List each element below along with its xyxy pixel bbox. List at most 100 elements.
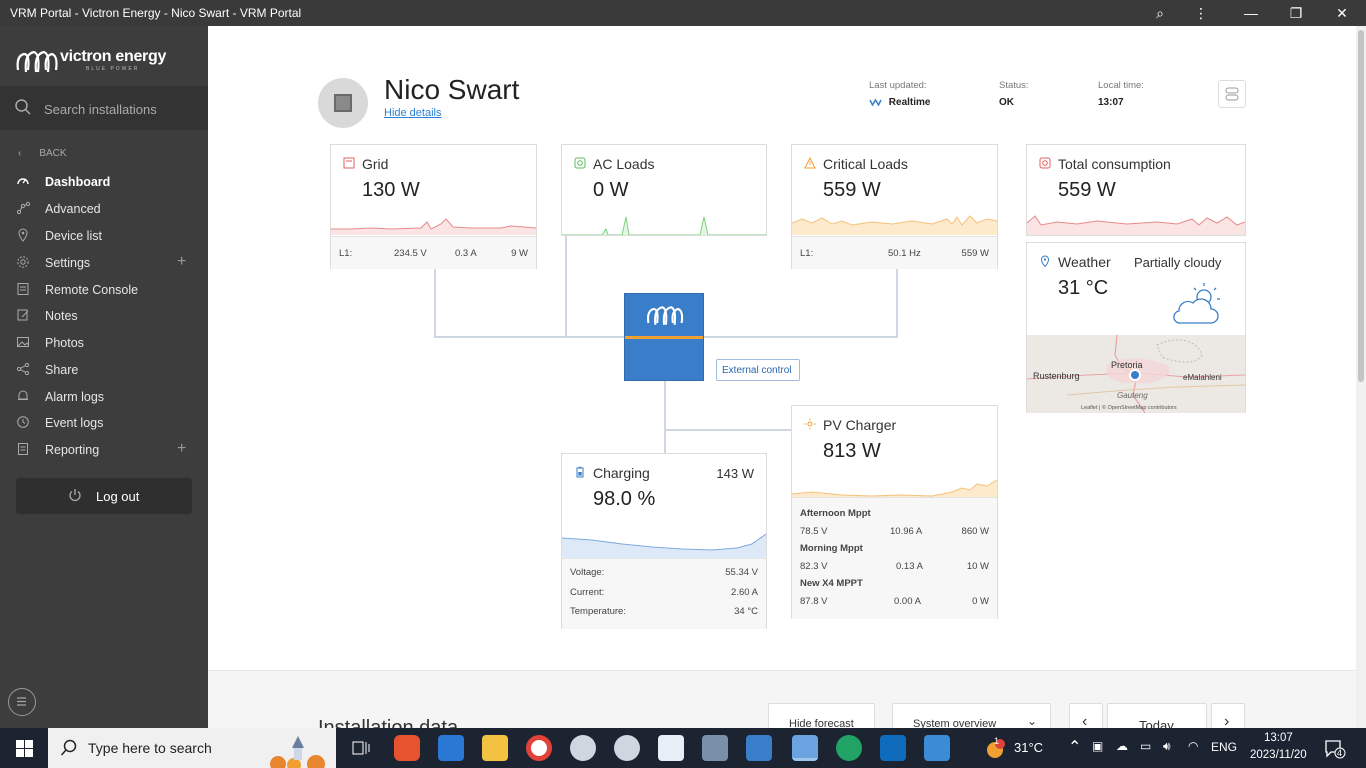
taskbar-search[interactable]: Type here to search xyxy=(48,728,336,768)
wire-battery xyxy=(664,381,666,453)
hide-details-link[interactable]: Hide details xyxy=(384,107,441,119)
grid-card[interactable]: Grid 130 W L1: 234.5 V 0.3 A 9 W xyxy=(330,144,537,269)
victron-logo-icon[interactable] xyxy=(14,46,60,78)
search-icon xyxy=(60,739,77,756)
battery-tray-icon[interactable]: ▭ xyxy=(1140,739,1151,753)
wifi-icon[interactable]: ◠ xyxy=(1188,739,1198,753)
last-updated-value: Realtime xyxy=(869,97,930,108)
battery-card[interactable]: Charging 143 W 98.0 % Voltage: 55.34 V Cu… xyxy=(561,453,767,629)
ac-loads-card[interactable]: AC Loads 0 W xyxy=(561,144,767,236)
local-time-value: 13:07 xyxy=(1098,97,1124,108)
photos-app-icon[interactable] xyxy=(924,735,950,761)
sidebar-item-advanced[interactable]: Advanced xyxy=(0,197,208,221)
grid-card-footer: L1: 234.5 V 0.3 A 9 W xyxy=(331,236,536,269)
notifications-icon[interactable] xyxy=(1324,739,1346,759)
sidebar-item-remote-console[interactable]: Remote Console xyxy=(0,278,208,302)
close-button[interactable]: ✕ xyxy=(1332,3,1352,23)
file-explorer-icon[interactable] xyxy=(482,735,508,761)
total-consumption-card[interactable]: Total consumption 559 W xyxy=(1026,144,1246,236)
sidebar-item-device-list[interactable]: Device list xyxy=(0,224,208,248)
external-control-badge[interactable]: External control xyxy=(716,359,800,381)
section-title: Installation data xyxy=(318,717,459,728)
status-value: OK xyxy=(999,97,1014,108)
warning-triangle-icon xyxy=(804,157,816,169)
weather-location-map[interactable]: Rustenburg Pretoria eMalahleni Gauteng L… xyxy=(1027,335,1245,413)
pv-card-footer: Afternoon Mppt 78.5 V 10.96 A 860 W Mornin… xyxy=(792,497,997,619)
victron-app-icon[interactable] xyxy=(746,735,772,761)
back-link[interactable]: ‹ BACK xyxy=(18,148,67,159)
chevron-right-icon: › xyxy=(1224,713,1230,728)
disc-app-icon[interactable] xyxy=(570,735,596,761)
cloud-sync-icon[interactable]: ☁ xyxy=(1116,739,1128,753)
page-scrollbar[interactable] xyxy=(1356,26,1366,728)
volume-icon[interactable]: 🔊︎ xyxy=(1163,739,1171,754)
pv-charger-card[interactable]: PV Charger 813 W Afternoon Mppt 78.5 V 10… xyxy=(791,405,998,619)
hide-forecast-button[interactable]: Hide forecast xyxy=(768,703,875,728)
logout-button[interactable]: Log out xyxy=(16,478,192,514)
sidebar-item-reporting[interactable]: Reporting + xyxy=(0,438,208,462)
taskbar-clock[interactable]: 13:07 xyxy=(1264,732,1293,744)
connector-app-icon[interactable] xyxy=(702,735,728,761)
minimize-button[interactable]: — xyxy=(1241,3,1261,23)
expand-settings-icon[interactable]: + xyxy=(177,253,186,271)
view-select[interactable]: System overview ⌄ xyxy=(892,703,1051,728)
search-input[interactable] xyxy=(44,98,194,120)
search-icon[interactable]: ⌕ xyxy=(1150,3,1170,23)
status-label: Status: xyxy=(999,80,1029,91)
console-icon xyxy=(17,283,29,295)
sidebar-item-share[interactable]: Share xyxy=(0,358,208,382)
sidebar-item-notes[interactable]: Notes xyxy=(0,304,208,328)
brand-tagline: BLUE POWER xyxy=(86,66,140,72)
clock-icon xyxy=(17,416,29,428)
sidebar-item-event-logs[interactable]: Event logs xyxy=(0,411,208,435)
disc-app-2-icon[interactable] xyxy=(614,735,640,761)
active-window-app-icon[interactable] xyxy=(792,735,818,761)
meet-now-icon[interactable]: ▣ xyxy=(1092,739,1103,753)
brave-browser-icon[interactable] xyxy=(394,735,420,761)
more-menu-icon[interactable]: ⋮ xyxy=(1191,3,1211,23)
installation-data-bar: Installation data Hide forecast System o… xyxy=(208,670,1356,728)
search-icon xyxy=(15,99,31,115)
search-installations xyxy=(0,86,208,130)
sidebar-item-dashboard[interactable]: Dashboard xyxy=(0,170,208,194)
sidebar-item-alarm-logs[interactable]: Alarm logs xyxy=(0,385,208,409)
critical-loads-sparkline xyxy=(792,215,997,235)
chrome-icon[interactable] xyxy=(526,735,552,761)
writing-app-icon[interactable] xyxy=(658,735,684,761)
outlook-icon[interactable] xyxy=(880,735,906,761)
chevron-left-icon: ‹ xyxy=(18,148,22,159)
sidebar-item-settings[interactable]: Settings + xyxy=(0,251,208,275)
map-pin-icon xyxy=(18,228,28,242)
mail-icon[interactable] xyxy=(438,735,464,761)
critical-loads-card[interactable]: Critical Loads 559 W L1: 50.1 Hz 559 W xyxy=(791,144,998,269)
chevron-up-icon[interactable]: ⌃ xyxy=(1068,737,1081,757)
weather-badge: 1 xyxy=(994,736,1000,746)
sidebar-item-photos[interactable]: Photos xyxy=(0,331,208,355)
weather-temperature: 31 °C xyxy=(1058,277,1109,299)
weather-card[interactable]: Weather Partially cloudy 31 °C Rustenbur… xyxy=(1026,242,1246,413)
expand-reporting-icon[interactable]: + xyxy=(177,440,186,458)
photo-icon xyxy=(17,337,29,347)
restore-button[interactable]: ❐ xyxy=(1286,3,1306,23)
input-language[interactable]: ENG xyxy=(1211,740,1237,754)
list-menu-icon[interactable] xyxy=(8,688,36,716)
toggle-settings-button[interactable] xyxy=(1218,80,1246,108)
previous-period-button[interactable]: ‹ xyxy=(1069,703,1103,728)
weather-condition: Partially cloudy xyxy=(1134,255,1222,270)
grid-meter-icon xyxy=(343,157,355,169)
mppt-row: Afternoon Mppt xyxy=(800,508,871,519)
taskbar-date[interactable]: 2023/11/20 xyxy=(1250,749,1307,761)
gauge-icon xyxy=(17,178,29,185)
victron-hub-logo-icon xyxy=(646,306,684,325)
excel-icon[interactable] xyxy=(836,735,862,761)
period-select[interactable]: Today xyxy=(1107,703,1207,728)
map-attribution[interactable]: Leaflet | © OpenStreetMap contributors xyxy=(1081,405,1177,411)
task-view-icon[interactable] xyxy=(348,735,374,761)
inverter-hub[interactable] xyxy=(624,293,704,381)
ac-outlet-icon xyxy=(574,157,586,169)
wire-critical-loads xyxy=(896,269,898,337)
windows-start-icon[interactable] xyxy=(16,740,33,757)
chevron-down-icon: ⌄ xyxy=(1027,714,1038,728)
next-period-button[interactable]: › xyxy=(1211,703,1245,728)
taskbar-temperature: 31°C xyxy=(1014,740,1044,755)
